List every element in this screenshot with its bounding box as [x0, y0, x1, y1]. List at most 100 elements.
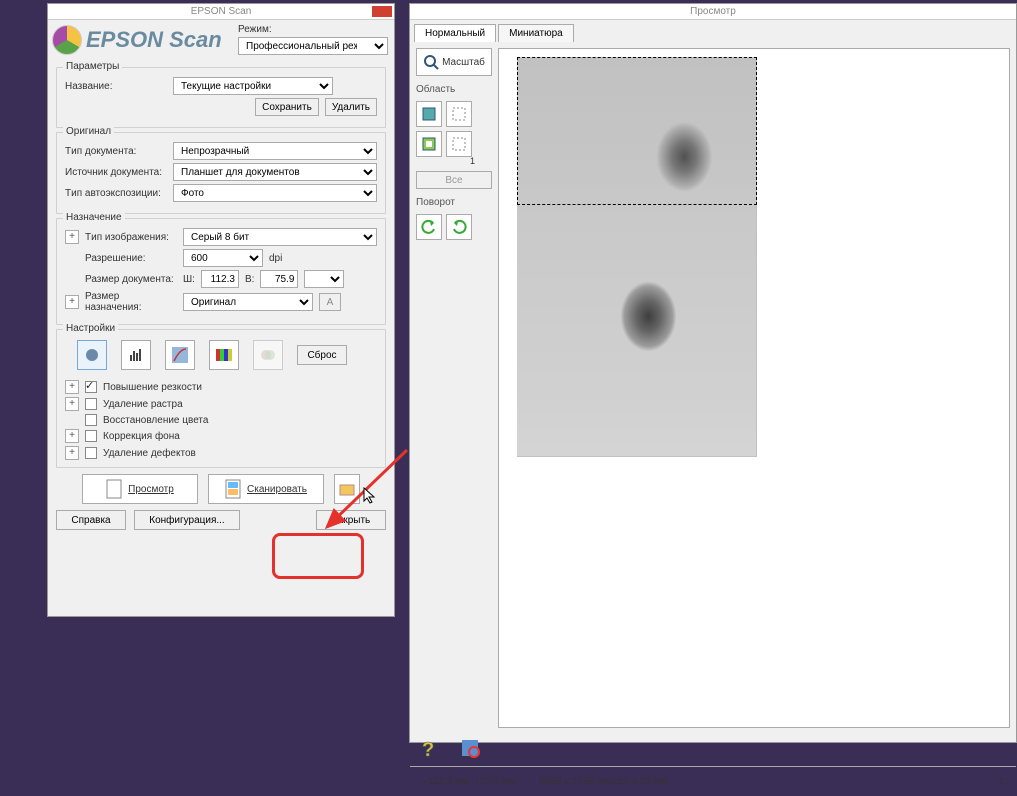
doc-width-input[interactable]: [201, 270, 239, 288]
group-destination-legend: Назначение: [63, 212, 125, 223]
expand-descreen[interactable]: +: [65, 397, 79, 411]
label-dust: Удаление дефектов: [103, 448, 196, 459]
width-label: Ш:: [183, 274, 195, 285]
image-type-select[interactable]: Серый 8 бит: [183, 228, 377, 246]
expand-image-type[interactable]: +: [65, 230, 79, 244]
expand-dust[interactable]: +: [65, 446, 79, 460]
image-type-label: Tип изображения:: [85, 232, 177, 243]
expand-backlight[interactable]: +: [65, 429, 79, 443]
orientation-button[interactable]: A: [319, 293, 341, 311]
doc-type-label: Tип документа:: [65, 146, 167, 157]
marquee-count: 1: [470, 156, 475, 166]
magnifier-icon: [423, 54, 439, 70]
selection-marquee[interactable]: [517, 57, 757, 205]
preview-toolbar: ?: [410, 734, 1016, 766]
file-settings-button[interactable]: [334, 474, 360, 504]
group-parameters-legend: Параметры: [63, 61, 122, 72]
resolution-unit: dpi: [269, 253, 282, 264]
auto-locate-icon[interactable]: [416, 101, 442, 127]
group-original: Оригинал Tип документа: Непрозрачный Ист…: [56, 132, 386, 214]
close-button[interactable]: Закрыть: [316, 510, 386, 530]
scan-icon: [225, 479, 241, 499]
preview-canvas[interactable]: [498, 48, 1010, 728]
label-sharpen: Повышение резкости: [103, 382, 202, 393]
group-adjustments-legend: Настройки: [63, 323, 118, 334]
epson-scan-window: EPSON Scan EPSON Scan Режим: Профессиона…: [47, 3, 395, 617]
settings-name-select[interactable]: Текущие настройки: [173, 77, 333, 95]
preview-tabs: Нормальный Миниатюра: [410, 20, 1016, 42]
epson-brand: EPSON Scan: [86, 27, 222, 53]
configuration-button[interactable]: Конфигурация...: [134, 510, 240, 530]
checkbox-dust[interactable]: [85, 447, 97, 459]
marquee-count-icon[interactable]: 1: [446, 131, 472, 157]
delete-settings-button[interactable]: Удалить: [325, 98, 377, 116]
help-icon[interactable]: ?: [418, 738, 442, 762]
svg-text:?: ?: [422, 739, 434, 760]
autoexposure-select[interactable]: Фото: [173, 184, 377, 202]
reset-button[interactable]: Сброс: [297, 345, 347, 365]
preview-window-title: Просмотр: [690, 6, 736, 17]
delete-marquee-icon[interactable]: [446, 101, 472, 127]
help-button[interactable]: Справка: [56, 510, 126, 530]
expand-sharpen[interactable]: +: [65, 380, 79, 394]
document-icon: [106, 479, 122, 499]
group-destination: Назначение + Tип изображения: Серый 8 би…: [56, 218, 386, 325]
color-adjust-icon[interactable]: [253, 340, 283, 370]
histogram-icon[interactable]: [121, 340, 151, 370]
resolution-label: Разрешение:: [85, 253, 177, 264]
label-descreen: Удаление растра: [103, 399, 183, 410]
scan-button[interactable]: Сканировать: [208, 474, 324, 504]
doc-size-label: Размер документа:: [85, 274, 177, 285]
epson-titlebar[interactable]: EPSON Scan: [48, 4, 394, 20]
doc-height-input[interactable]: [260, 270, 298, 288]
color-palette-icon[interactable]: [209, 340, 239, 370]
tab-thumbnail[interactable]: Миниатюра: [498, 24, 574, 42]
preview-window: Просмотр Нормальный Миниатюра Масштаб Об…: [409, 3, 1017, 743]
rotate-right-icon[interactable]: [446, 214, 472, 240]
label-backlight: Коррекция фона: [103, 431, 180, 442]
epson-window-title: EPSON Scan: [191, 6, 252, 17]
target-size-label: Размер назначения:: [85, 291, 177, 313]
checkbox-color-restore[interactable]: [85, 414, 97, 426]
checkbox-sharpen[interactable]: [85, 381, 97, 393]
expand-target-size[interactable]: +: [65, 295, 79, 309]
doc-unit-select[interactable]: мм: [304, 270, 344, 288]
epson-logo-icon: [52, 25, 82, 55]
preview-titlebar[interactable]: Просмотр: [410, 4, 1016, 20]
tab-normal[interactable]: Нормальный: [414, 24, 496, 42]
preview-sidebar: Масштаб Область 1 Все Поворот: [410, 42, 498, 734]
auto-adjust-icon[interactable]: [77, 340, 107, 370]
densitometer-icon[interactable]: [460, 738, 484, 762]
group-parameters: Параметры Название: Текущие настройки Со…: [56, 67, 386, 128]
mouse-cursor-icon: [363, 487, 377, 508]
checkbox-backlight[interactable]: [85, 430, 97, 442]
resolution-select[interactable]: 600: [183, 249, 263, 267]
rotate-left-icon[interactable]: [416, 214, 442, 240]
copy-marquee-icon[interactable]: [416, 131, 442, 157]
doc-type-select[interactable]: Непрозрачный: [173, 142, 377, 160]
mode-label: Режим:: [238, 24, 388, 35]
group-adjustments: Настройки Сброс +Повышение резкости +Уда…: [56, 329, 386, 468]
status-dimensions: ↔112.3 мм ↕75.9 мм: [418, 776, 515, 787]
close-icon[interactable]: [372, 6, 392, 17]
select-all-button[interactable]: Все: [416, 171, 492, 189]
area-label: Область: [416, 84, 492, 95]
status-pixels: 2653 x 1792 пиксел 4.53 Мб: [539, 776, 667, 787]
autoexposure-label: Tип автоэкспозиции:: [65, 188, 167, 199]
checkbox-descreen[interactable]: [85, 398, 97, 410]
status-level: L:: [1000, 776, 1008, 787]
save-settings-button[interactable]: Сохранить: [255, 98, 319, 116]
label-color-restore: Восстановление цвета: [103, 415, 208, 426]
doc-source-select[interactable]: Планшет для документов: [173, 163, 377, 181]
folder-icon: [339, 481, 355, 497]
tone-curve-icon[interactable]: [165, 340, 195, 370]
mode-select[interactable]: Профессиональный режим: [238, 37, 388, 55]
zoom-button[interactable]: Масштаб: [416, 48, 492, 76]
annotation-highlight-box: [272, 533, 364, 579]
group-original-legend: Оригинал: [63, 126, 114, 137]
rotate-label: Поворот: [416, 197, 492, 208]
epson-header: EPSON Scan Режим: Профессиональный режим: [48, 20, 394, 63]
preview-button[interactable]: Просмотр: [82, 474, 198, 504]
target-size-select[interactable]: Оригинал: [183, 293, 313, 311]
name-label: Название:: [65, 81, 167, 92]
